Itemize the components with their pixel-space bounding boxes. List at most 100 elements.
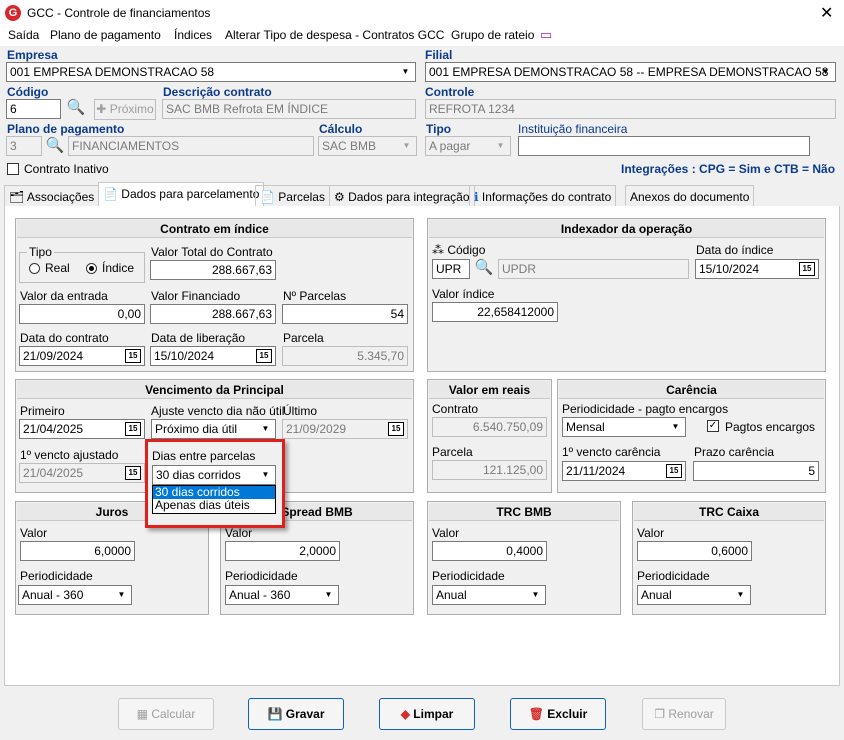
trc-caixa-period-label: Periodicidade (637, 569, 710, 583)
vr-parcela-label: Parcela (432, 445, 473, 459)
car-venc-input[interactable]: 21/11/2024 15 (562, 461, 686, 481)
valor-total-input[interactable]: 288.667,63 (150, 260, 276, 280)
dias-option[interactable]: Apenas dias úteis (153, 499, 275, 512)
chevron-down-icon: ▼ (261, 470, 270, 479)
tipo-select[interactable]: A pagar ▼ (425, 136, 511, 156)
vr-parcela-input: 121.125,00 (432, 460, 547, 480)
calendar-icon: 15 (388, 422, 404, 436)
trc-caixa-period-select[interactable]: Anual ▼ (637, 585, 751, 605)
excluir-button[interactable]: 🗑 Excluir (510, 698, 606, 730)
parcela-input[interactable]: 5.345,70 (282, 346, 408, 366)
data-lib-input[interactable]: 15/10/2024 15 (150, 346, 276, 366)
ajustado-input[interactable]: 21/04/2025 15 (19, 463, 145, 483)
valor-indice-input[interactable]: 22,658412000 (432, 302, 558, 322)
search-icon[interactable]: 🔍 (66, 98, 86, 118)
trc-caixa-valor-label: Valor (637, 526, 665, 540)
financiado-input[interactable]: 288.667,63 (150, 304, 276, 324)
chevron-down-icon: ▼ (402, 141, 411, 150)
juros-valor-input[interactable]: 6,0000 (20, 541, 135, 561)
controle-input[interactable]: REFROTA 1234 (425, 99, 836, 119)
search-icon[interactable]: 🔍 (45, 136, 65, 156)
valor-reais-title: Valor em reais (429, 381, 550, 399)
spread-period-label: Periodicidade (225, 569, 298, 583)
data-indice-input[interactable]: 15/10/2024 15 (695, 259, 819, 279)
proximo-button[interactable]: ✚ Próximo (94, 99, 156, 120)
prazo-input[interactable]: 5 (693, 461, 819, 481)
primeiro-input[interactable]: 21/04/2025 15 (19, 419, 145, 439)
limpar-button[interactable]: ◆ Limpar (379, 698, 475, 730)
trc-caixa-valor-input[interactable]: 0,6000 (637, 541, 752, 561)
indice-label: Índice (102, 261, 135, 275)
search-icon[interactable]: 🔍 (474, 258, 494, 278)
real-label: Real (45, 261, 70, 275)
app-logo-icon: G (5, 5, 21, 21)
spread-valor-input[interactable]: 2,0000 (225, 541, 340, 561)
pagtos-checkbox[interactable]: ✓ (707, 420, 719, 432)
calculo-select[interactable]: SAC BMB ▼ (318, 136, 417, 156)
dias-select[interactable]: 30 dias corridos ▼ (152, 465, 276, 485)
chevron-down-icon: ▼ (821, 67, 830, 76)
parcela-label: Parcela (283, 331, 324, 345)
tab-dados-parcelamento[interactable]: 📄 Dados para parcelamento (98, 182, 265, 207)
codigo-input[interactable]: 6 (6, 99, 61, 119)
trc-bmb-period-select[interactable]: Anual ▼ (432, 585, 546, 605)
menu-plano-pagamento[interactable]: Plano de pagamento (50, 28, 161, 42)
monitor-icon[interactable]: ▭ (540, 27, 552, 43)
trc-bmb-valor-input[interactable]: 0,4000 (432, 541, 547, 561)
menu-alterar-tipo[interactable]: Alterar Tipo de despesa - Contratos GCC (225, 28, 444, 42)
chevron-down-icon: ▼ (117, 590, 126, 599)
descricao-input[interactable]: SAC BMB Refrota EM ÍNDICE (162, 99, 416, 119)
indexador-codigo-label: ⁂ Código (432, 243, 486, 257)
plano-code-input[interactable]: 3 (6, 136, 42, 156)
ajuste-label: Ajuste vencto dia não útil (151, 404, 285, 418)
nparcelas-input[interactable]: 54 (282, 304, 408, 324)
menu-saida[interactable]: Saída (8, 28, 39, 42)
tab-parcelas[interactable]: 📄 Parcelas (255, 185, 330, 207)
trc-caixa-title: TRC Caixa (634, 503, 824, 521)
close-icon[interactable]: ✕ (820, 3, 833, 23)
tab-anexos[interactable]: Anexos do documento (625, 185, 755, 207)
indexador-desc-input: UPDR (498, 259, 689, 279)
inst-input[interactable] (518, 136, 810, 156)
chevron-down-icon: ▼ (261, 424, 270, 433)
empresa-select[interactable]: 001 EMPRESA DEMONSTRACAO 58 ▼ (6, 62, 416, 82)
tab-informacoes[interactable]: ℹ Informações do contrato (469, 185, 617, 207)
calendar-icon: 15 (125, 349, 141, 363)
car-periodicidade-select[interactable]: Mensal ▼ (562, 417, 686, 437)
pagtos-label: Pagtos encargos (725, 420, 816, 434)
spread-period-select[interactable]: Anual - 360 ▼ (225, 585, 339, 605)
juros-period-select[interactable]: Anual - 360 ▼ (18, 585, 132, 605)
indexador-title: Indexador da operação (429, 220, 824, 238)
calendar-icon: 15 (256, 349, 272, 363)
empresa-label: Empresa (7, 48, 58, 62)
data-contrato-input[interactable]: 21/09/2024 15 (19, 346, 145, 366)
real-radio[interactable] (29, 263, 40, 274)
gravar-button[interactable]: 💾 Gravar (248, 698, 344, 730)
vencimento-title: Vencimento da Principal (17, 381, 412, 399)
ultimo-input[interactable]: 21/09/2029 15 (282, 419, 408, 439)
tab-dados-integracao[interactable]: ⚙ Dados para integração (329, 185, 475, 207)
carencia-title: Carência (559, 381, 824, 399)
tipo-group-label: Tipo (27, 245, 54, 259)
entrada-label: Valor da entrada (20, 289, 108, 303)
renovar-button[interactable]: ❐ Renovar (642, 698, 726, 730)
tab-associacoes[interactable]: 🗂 Associações (4, 185, 100, 207)
financiado-label: Valor Financiado (151, 289, 241, 303)
trash-icon: 🗑 (528, 707, 544, 721)
menu-grupo-rateio[interactable]: Grupo de rateio (451, 28, 534, 42)
controle-label: Controle (425, 85, 475, 99)
menu-indices[interactable]: Índices (174, 28, 212, 42)
car-periodicidade-label: Periodicidade - pagto encargos (562, 402, 729, 416)
ajuste-select[interactable]: Próximo dia útil ▼ (151, 419, 276, 439)
indice-radio[interactable] (86, 263, 97, 274)
calendar-icon: 15 (799, 262, 815, 276)
inativo-checkbox[interactable] (7, 163, 19, 175)
chevron-down-icon: ▼ (531, 590, 540, 599)
entrada-input[interactable]: 0,00 (19, 304, 145, 324)
indexador-codigo-input[interactable]: UPR (432, 259, 470, 279)
filial-select[interactable]: 001 EMPRESA DEMONSTRACAO 58 -- EMPRESA D… (425, 62, 836, 82)
plano-label: Plano de pagamento (7, 122, 125, 136)
trc-bmb-valor-label: Valor (432, 526, 460, 540)
calcular-button[interactable]: ▦ Calcular (118, 698, 214, 730)
data-contrato-label: Data do contrato (20, 331, 109, 345)
